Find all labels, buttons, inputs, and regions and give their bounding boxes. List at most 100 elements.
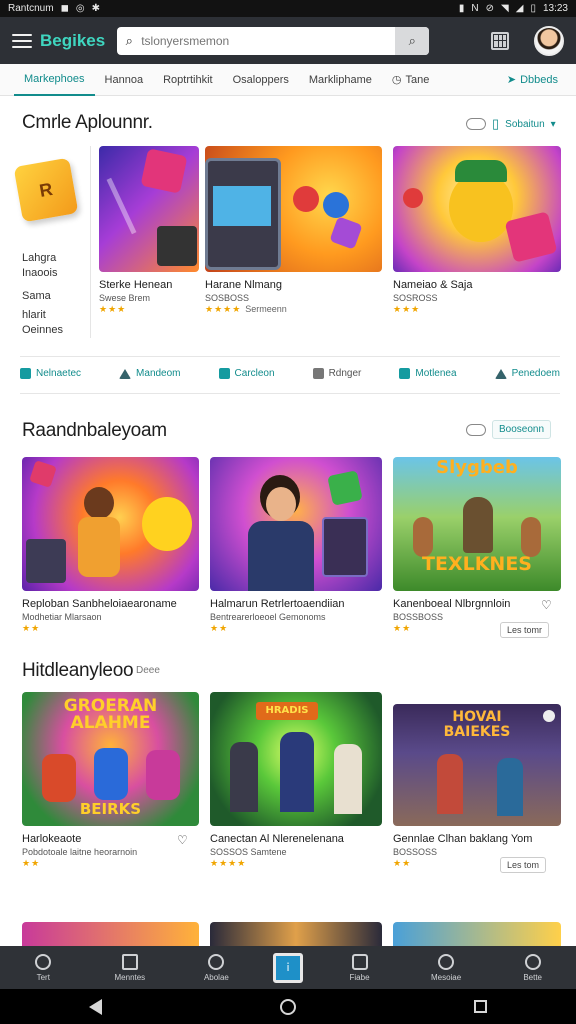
thumbnail-title-line: BAIEKES — [443, 724, 511, 740]
toggle-icon[interactable] — [466, 423, 486, 436]
thumbnail-title: GROERAN ALAHME — [22, 698, 199, 732]
game-card[interactable]: Sterke Henean Swese Brem ★★★ — [99, 146, 199, 315]
tab-hannoa[interactable]: Hannoa — [95, 64, 154, 96]
game-thumbnail-partial[interactable] — [393, 922, 561, 946]
rating-stars: ★★ — [22, 623, 41, 633]
center-play-button[interactable]: ⅰ — [272, 952, 303, 983]
tab-osaloppers[interactable]: Osaloppers — [223, 64, 299, 96]
tab-label: Tane — [405, 73, 430, 86]
card-rating: ★★ — [210, 623, 382, 634]
game-card[interactable]: GROERAN ALAHME BEIRKS Harlokeaote Pobdoto… — [22, 692, 199, 869]
side-label[interactable]: hlarit — [22, 308, 46, 322]
calendar-grid-icon[interactable] — [491, 31, 510, 50]
rating-stars: ★★ — [22, 858, 41, 868]
tab-markliphame[interactable]: Markliphame — [299, 64, 382, 96]
thumbnail-title: HRADIS — [256, 702, 318, 720]
wifi-icon: ◥ — [501, 3, 509, 14]
chip-carcleon[interactable]: Carcleon — [218, 368, 275, 379]
heart-icon[interactable]: ♡ — [541, 598, 553, 612]
search-input[interactable] — [141, 33, 396, 48]
square-icon — [399, 368, 411, 379]
nav-label: Abolae — [203, 972, 229, 982]
nav-label: Menntes — [114, 972, 146, 982]
card-subtitle: SOSSOS Samtene — [210, 847, 287, 857]
chip-motlenea[interactable]: Motlenea — [399, 368, 457, 379]
nav-label: Mesoiae — [430, 972, 462, 982]
card-action-button[interactable]: Les tomr — [500, 622, 550, 638]
arrow-icon — [119, 368, 132, 379]
divider — [20, 356, 560, 357]
home-circle-icon[interactable] — [280, 998, 296, 1015]
arrow-icon — [494, 368, 507, 379]
nav-fiabe[interactable]: Fiabe — [330, 953, 390, 982]
status-bar: Rantcnum ◼ ◎ ✱ ▮ N ⊘ ◥ ◢ ▯ 13:23 — [0, 0, 576, 17]
chevron-down-icon: ▾ — [550, 118, 556, 130]
thumbnail-title: Slygbeb — [436, 457, 518, 478]
card-subtitle: BOSSBOSS — [393, 612, 444, 622]
card-action-button[interactable]: Les tom — [500, 857, 547, 873]
side-label[interactable]: Inaoois — [22, 266, 57, 280]
thumbnail-title-line: ALAHME — [70, 713, 151, 733]
featured-dice: R — [13, 157, 79, 230]
chip-mandeom[interactable]: Mandeom — [119, 368, 181, 379]
clock-icon — [208, 953, 225, 970]
nav-tert[interactable]: Tert — [13, 953, 73, 982]
game-thumbnail — [99, 146, 199, 272]
thumbnail-title-line: HOVAI — [452, 709, 502, 725]
chip-label: Penedoem — [511, 368, 560, 379]
nav-menntes[interactable]: Menntes — [100, 953, 160, 982]
card-subtitle: SOSROSS — [393, 293, 438, 303]
section-title: Hitdleanyleoo — [22, 660, 134, 681]
game-card[interactable]: Nameiao & Saja SOSROSS ★★★ — [393, 146, 561, 315]
game-card[interactable]: Harane Nlmang SOSBOSS ★★★★ Sermeenn — [205, 146, 382, 315]
app-logo[interactable]: Begikes — [40, 31, 105, 51]
dice-icon: R — [13, 157, 79, 223]
sync-icon: ◎ — [75, 3, 85, 14]
section-control-label[interactable]: Sobaitun — [505, 119, 544, 130]
nav-bette[interactable]: Bette — [503, 953, 563, 982]
tab-dbbeds[interactable]: ➤ Dbbeds — [497, 64, 568, 96]
chip-label: Carcleon — [234, 368, 275, 379]
system-nav-bar — [0, 989, 576, 1024]
tab-markephoes[interactable]: Markephoes — [14, 64, 95, 96]
gear-icon: ✱ — [91, 3, 101, 14]
game-thumbnail-partial[interactable] — [22, 922, 199, 946]
tab-tane[interactable]: ◷ Tane — [382, 64, 439, 96]
section-control-button[interactable]: Booseonn — [492, 420, 552, 439]
card-title: Gennlae Clhan baklang Yom — [393, 833, 533, 845]
chip-rdnger[interactable]: Rdnger — [312, 368, 362, 379]
filter-chips: Nelnaetec Mandeom Carcleon Rdnger Motlen… — [20, 368, 560, 379]
rating-stars: ★★ — [393, 858, 412, 868]
game-card[interactable]: HRADIS Canectan Al Nlerenelenana SOSSOS … — [210, 692, 382, 869]
recents-icon[interactable] — [474, 1000, 487, 1013]
nav-abolae[interactable]: Abolae — [186, 953, 246, 982]
card-subtitle: Modhetiar Mlarsaon — [22, 612, 102, 622]
side-label[interactable]: Sama — [22, 289, 51, 303]
game-thumbnail — [210, 457, 382, 591]
back-icon[interactable] — [89, 998, 102, 1015]
card-title: Sterke Henean — [99, 279, 173, 291]
game-card[interactable]: Slygbeb TEXLKNES Kanenboeal Nlbrgnnloin … — [393, 457, 561, 634]
side-label[interactable]: Lahgra — [22, 251, 56, 265]
search-button[interactable]: ⌕ — [395, 26, 430, 55]
globe-icon — [438, 953, 455, 970]
game-card[interactable]: Reploban Sanbheloiaearoname Modhetiar Ml… — [22, 457, 199, 634]
battery-level-icon: ▯ — [530, 3, 536, 14]
game-thumbnail-partial[interactable] — [210, 922, 382, 946]
nav-mesoiae[interactable]: Mesoiae — [416, 953, 476, 982]
card-title: Harane Nlmang — [205, 279, 283, 291]
card-title: Halmarun Retrlertoaendiian — [210, 598, 345, 610]
tab-roptrtihkit[interactable]: Roptrtihkit — [153, 64, 223, 96]
avatar[interactable] — [534, 25, 564, 56]
chip-label: Rdnger — [328, 368, 362, 379]
rating-stars: ★★★★ — [210, 858, 247, 868]
game-card[interactable]: Halmarun Retrlertoaendiian Bentrearerloe… — [210, 457, 382, 634]
toggle-icon[interactable] — [466, 118, 486, 130]
game-card[interactable]: HOVAI BAIEKES Gennlae Clhan baklang Yom B… — [393, 704, 561, 869]
heart-icon[interactable]: ♡ — [177, 833, 189, 847]
side-label[interactable]: Oeinnes — [22, 323, 63, 337]
chip-nelnaetec[interactable]: Nelnaetec — [20, 368, 81, 379]
hamburger-menu-icon[interactable] — [12, 33, 32, 48]
chip-penedoem[interactable]: Penedoem — [494, 368, 560, 379]
category-tabs: Markephoes Hannoa Roptrtihkit Osaloppers… — [0, 64, 576, 96]
